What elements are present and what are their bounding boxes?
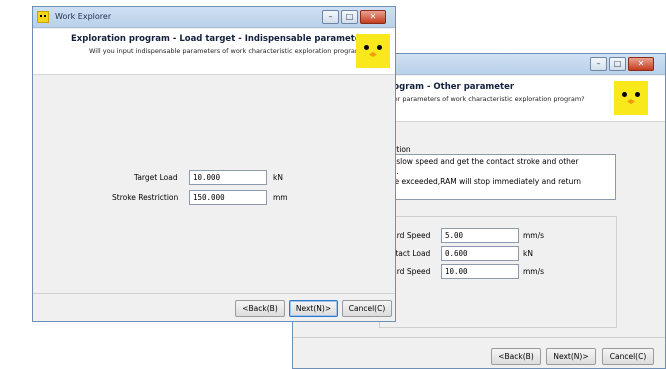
minimize-icon: – (328, 12, 333, 21)
front-back-button[interactable]: <Back(B) (235, 300, 285, 317)
forward-speed-input[interactable]: 5.00 (441, 228, 519, 243)
description-line: tic. (387, 167, 612, 177)
description-line: are exceeded,RAM will stop immediately a… (387, 177, 582, 186)
backward-speed-input[interactable]: 10.00 (441, 264, 519, 279)
target-load-label: Target Load (134, 173, 178, 182)
stroke-restriction-label: Stroke Restriction (112, 193, 179, 202)
close-icon: ✕ (637, 59, 645, 68)
app-chick-icon (37, 11, 49, 23)
back-back-button[interactable]: <Back(B) (491, 348, 541, 365)
back-description-box: in slow speed and get the contact stroke… (383, 154, 616, 200)
minimize-icon: – (596, 59, 601, 68)
chick-mascot-icon (356, 34, 390, 68)
maximize-icon: □ (345, 12, 354, 21)
back-next-button[interactable]: Next(N)> (546, 348, 596, 365)
front-window: Work Explorer – □ ✕ Exploration program … (32, 6, 396, 322)
target-load-input[interactable]: 10.000 (189, 170, 267, 185)
front-minimize-button[interactable]: – (322, 10, 339, 24)
back-maximize-button[interactable]: □ (609, 57, 626, 71)
back-minimize-button[interactable]: – (590, 57, 607, 71)
close-icon: ✕ (369, 12, 377, 21)
chick-mascot-icon (614, 81, 648, 115)
front-window-title: Work Explorer (55, 12, 112, 21)
forward-speed-unit: mm/s (523, 231, 545, 240)
back-header-subtitle: other parameters of work characteristic … (383, 95, 585, 103)
front-footer-divider (33, 293, 395, 294)
backward-speed-unit: mm/s (523, 267, 545, 276)
front-window-header: Exploration program - Load target - Indi… (33, 29, 395, 75)
stroke-restriction-unit: mm (273, 193, 288, 202)
contact-load-unit: kN (523, 249, 533, 258)
front-header-subtitle: Will you input indispensable parameters … (89, 47, 365, 55)
front-maximize-button[interactable]: □ (341, 10, 358, 24)
back-cancel-button[interactable]: Cancel(C) (602, 348, 654, 365)
description-line: in slow speed and get the contact stroke… (387, 157, 579, 166)
front-window-titlebar[interactable]: Work Explorer – □ ✕ (33, 7, 395, 28)
back-close-button[interactable]: ✕ (628, 57, 654, 71)
back-header-title: program - Other parameter (383, 82, 515, 92)
stroke-restriction-input[interactable]: 150.000 (189, 190, 267, 205)
back-footer-divider (293, 337, 665, 338)
front-cancel-button[interactable]: Cancel(C) (342, 300, 392, 317)
contact-load-input[interactable]: 0.600 (441, 246, 519, 261)
front-close-button[interactable]: ✕ (360, 10, 386, 24)
target-load-unit: kN (273, 173, 283, 182)
front-next-button[interactable]: Next(N)> (289, 300, 338, 317)
maximize-icon: □ (613, 59, 622, 68)
front-header-title: Exploration program - Load target - Indi… (71, 34, 365, 44)
